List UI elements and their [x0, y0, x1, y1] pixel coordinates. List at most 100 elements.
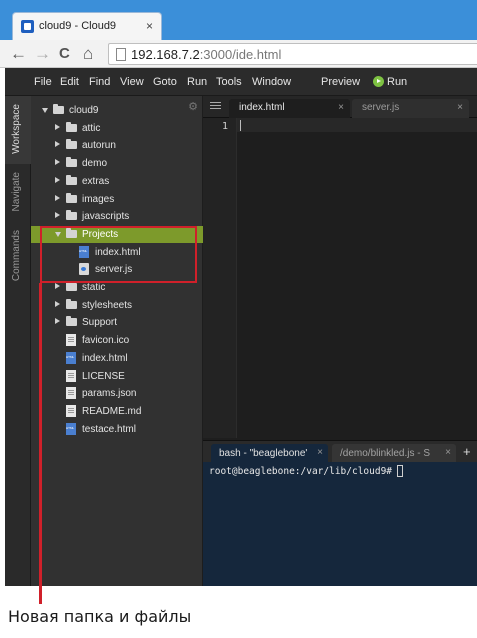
- tree-file[interactable]: LICENSE: [31, 368, 203, 385]
- tree-item-label: favicon.ico: [82, 335, 130, 347]
- tree-item-label: images: [82, 193, 115, 205]
- code-editor: index.html × server.js × 1 bash - "beagl…: [203, 96, 477, 586]
- page-icon: [116, 48, 126, 61]
- menu-edit[interactable]: Edit: [60, 76, 79, 88]
- folder-icon: [66, 210, 77, 221]
- tree-folder[interactable]: stylesheets: [31, 297, 203, 314]
- run-button[interactable]: Run: [387, 76, 407, 88]
- html-file-icon: [66, 422, 76, 435]
- expand-right-icon[interactable]: [55, 283, 60, 289]
- address-bar[interactable]: 192.168.7.2:3000/ide.html: [108, 43, 477, 65]
- add-tab-button[interactable]: +: [463, 444, 471, 459]
- menu-run[interactable]: Run: [187, 76, 207, 88]
- close-icon[interactable]: ×: [338, 102, 344, 113]
- tree-item-label: index.html: [82, 352, 128, 364]
- address-url: 192.168.7.2:3000/ide.html: [131, 47, 281, 62]
- expand-right-icon[interactable]: [55, 141, 60, 148]
- menu-file[interactable]: File: [34, 76, 52, 88]
- close-icon[interactable]: ×: [445, 447, 451, 458]
- annotation-highlight-box: [40, 226, 197, 283]
- cloud9-favicon-icon: [21, 20, 34, 33]
- menu-window[interactable]: Window: [252, 76, 291, 88]
- tab-index-html[interactable]: index.html ×: [229, 99, 350, 118]
- tree-folder[interactable]: demo: [31, 155, 203, 172]
- current-line-highlight[interactable]: [237, 118, 477, 132]
- ide-menubar: File Edit Find View Goto Run Tools Windo…: [5, 68, 477, 96]
- preview-button[interactable]: Preview: [321, 76, 360, 88]
- folder-icon: [66, 157, 77, 168]
- html-file-icon: [66, 351, 76, 364]
- tree-folder[interactable]: extras: [31, 173, 203, 190]
- tab-workspace[interactable]: Workspace: [5, 96, 31, 164]
- file-icon: [66, 334, 76, 347]
- folder-icon: [66, 121, 77, 132]
- close-icon[interactable]: ×: [317, 447, 323, 458]
- side-panel-tabs: Workspace Navigate Commands: [5, 96, 31, 586]
- expand-right-icon[interactable]: [55, 212, 60, 219]
- workspace-file-tree: ⚙ cloud9 attic autorun demo extras images java…: [31, 96, 203, 586]
- tree-item-label: attic: [82, 122, 101, 134]
- tree-item-label: static: [82, 282, 106, 293]
- tab-server-js[interactable]: server.js ×: [352, 99, 469, 118]
- tree-file[interactable]: testace.html: [31, 421, 203, 438]
- tree-item-label: stylesheets: [82, 299, 133, 311]
- tree-file[interactable]: index.html: [31, 350, 203, 367]
- expand-right-icon[interactable]: [55, 176, 60, 183]
- expand-right-icon[interactable]: [55, 300, 60, 307]
- tree-folder[interactable]: Support: [31, 314, 203, 331]
- menu-goto[interactable]: Goto: [153, 76, 177, 88]
- tree-item-label: cloud9: [69, 105, 99, 116]
- tab-bash[interactable]: bash - "beaglebone' ×: [211, 444, 328, 463]
- tree-file[interactable]: params.json: [31, 385, 203, 402]
- tree-folder[interactable]: attic: [31, 120, 203, 137]
- folder-icon: [66, 174, 77, 185]
- tree-folder[interactable]: javascripts: [31, 208, 203, 225]
- browser-titlebar: cloud9 - Cloud9 ×: [0, 0, 477, 40]
- url-path: :3000/ide.html: [199, 47, 282, 62]
- annotation-pointer-line: [39, 283, 42, 604]
- expand-right-icon[interactable]: [55, 318, 60, 325]
- forward-arrow-icon[interactable]: →: [34, 44, 51, 64]
- expand-right-icon[interactable]: [55, 159, 60, 166]
- editor-tab-label: server.js: [362, 102, 400, 113]
- terminal-panel[interactable]: root@beaglebone:/var/lib/cloud9#: [203, 462, 477, 586]
- tab-list-icon[interactable]: [210, 102, 221, 111]
- editor-tab-label: index.html: [239, 102, 285, 113]
- tab-commands[interactable]: Commands: [5, 222, 31, 290]
- tab-navigate-label: Navigate: [11, 172, 22, 212]
- tab-close-icon[interactable]: ×: [146, 19, 153, 33]
- screenshot-root: cloud9 - Cloud9 × ← → C ⌂ 192.168.7.2:30…: [0, 0, 477, 638]
- back-arrow-icon[interactable]: ←: [10, 44, 27, 64]
- tree-item-label: Support: [82, 317, 118, 329]
- run-play-icon[interactable]: [373, 76, 384, 87]
- menu-view[interactable]: View: [120, 76, 144, 88]
- tree-item-label: extras: [82, 175, 110, 187]
- folder-icon: [66, 139, 77, 150]
- tab-blinkled[interactable]: /demo/blinkled.js - S ×: [332, 444, 456, 463]
- browser-toolbar: ← → C ⌂ 192.168.7.2:3000/ide.html: [0, 40, 477, 68]
- tree-folder[interactable]: images: [31, 191, 203, 208]
- tab-workspace-label: Workspace: [11, 104, 22, 154]
- terminal-tab-label: /demo/blinkled.js - S: [340, 448, 431, 459]
- tree-file[interactable]: README.md: [31, 403, 203, 420]
- expand-right-icon[interactable]: [55, 194, 60, 201]
- tree-file[interactable]: favicon.ico: [31, 332, 203, 349]
- expand-down-icon[interactable]: [42, 108, 48, 113]
- tab-navigate[interactable]: Navigate: [5, 164, 31, 222]
- tree-folder[interactable]: cloud9: [31, 102, 203, 119]
- tree-item-label: LICENSE: [82, 370, 125, 382]
- browser-tab-title: cloud9 - Cloud9: [39, 20, 117, 32]
- expand-right-icon[interactable]: [55, 123, 60, 130]
- line-number: 1: [221, 121, 228, 132]
- reload-icon[interactable]: C: [59, 44, 70, 64]
- tree-folder[interactable]: autorun: [31, 137, 203, 154]
- browser-tab[interactable]: cloud9 - Cloud9 ×: [12, 12, 162, 40]
- tab-commands-label: Commands: [11, 230, 22, 282]
- folder-icon: [53, 104, 64, 114]
- close-icon[interactable]: ×: [457, 102, 463, 113]
- tree-item-label: demo: [82, 158, 108, 170]
- menu-tools[interactable]: Tools: [216, 76, 242, 88]
- home-icon[interactable]: ⌂: [83, 44, 93, 64]
- menu-find[interactable]: Find: [89, 76, 110, 88]
- editor-tab-bar: index.html × server.js ×: [203, 96, 477, 118]
